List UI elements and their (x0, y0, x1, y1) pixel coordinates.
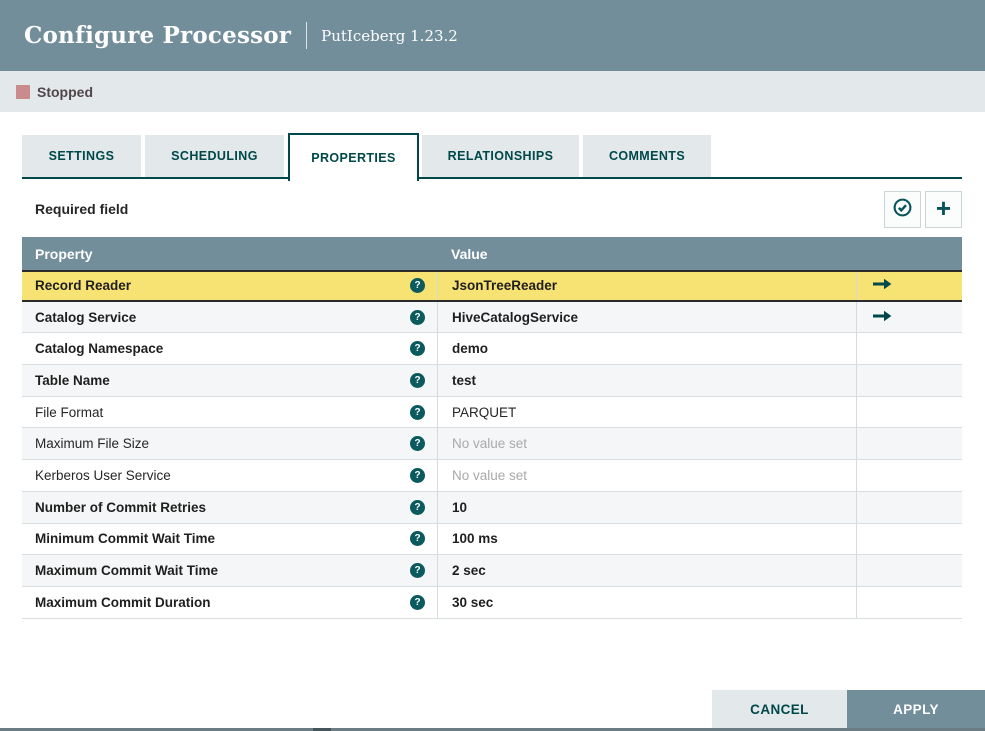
properties-table: Property Value Record Reader ? JsonTreeR… (22, 237, 962, 619)
table-row[interactable]: Record Reader ? JsonTreeReader (22, 270, 962, 302)
property-name: Number of Commit Retries (35, 499, 207, 515)
table-row[interactable]: Catalog Service ? HiveCatalogService (22, 301, 962, 334)
table-header-row: Property Value (22, 237, 962, 270)
tab-properties[interactable]: PROPERTIES (288, 133, 419, 181)
column-header-property: Property (35, 245, 93, 262)
stopped-status-icon (16, 84, 30, 99)
table-row[interactable]: Table Name ? test (22, 365, 962, 397)
table-row[interactable]: Kerberos User Service ? No value set (22, 460, 962, 492)
check-circle-icon (892, 197, 913, 223)
property-value: No value set (452, 436, 528, 452)
help-icon[interactable]: ? (410, 436, 425, 452)
title-divider (306, 22, 308, 49)
go-to-service-icon[interactable] (872, 310, 893, 325)
property-value: No value set (452, 467, 528, 483)
help-icon[interactable]: ? (410, 404, 425, 420)
help-icon[interactable]: ? (410, 563, 425, 579)
tab-scheduling[interactable]: SCHEDULING (145, 135, 284, 177)
property-name: Minimum Commit Wait Time (35, 531, 216, 547)
dialog-header: Configure Processor PutIceberg 1.23.2 (0, 0, 985, 71)
help-icon[interactable]: ? (410, 467, 425, 483)
tab-settings[interactable]: SETTINGS (22, 135, 141, 177)
status-label: Stopped (37, 83, 93, 100)
property-value: test (452, 372, 477, 388)
table-row[interactable]: Maximum Commit Wait Time ? 2 sec (22, 555, 962, 587)
property-name: Maximum File Size (35, 436, 150, 452)
apply-button[interactable]: APPLY (847, 690, 985, 728)
table-row[interactable]: File Format ? PARQUET (22, 396, 962, 429)
tab-scheduling-label: SCHEDULING (171, 149, 258, 163)
property-value: HiveCatalogService (452, 309, 579, 325)
property-name: Catalog Service (35, 309, 137, 325)
tab-comments[interactable]: COMMENTS (583, 135, 711, 177)
property-name: Table Name (35, 372, 110, 388)
property-name: Maximum Commit Duration (35, 594, 211, 610)
add-property-button[interactable]: + (925, 191, 962, 228)
property-value: 100 ms (452, 531, 498, 547)
table-row[interactable]: Catalog Namespace ? demo (22, 333, 962, 366)
table-row[interactable]: Minimum Commit Wait Time ? 100 ms (22, 523, 962, 556)
apply-button-label: APPLY (893, 701, 939, 717)
property-value: demo (452, 341, 489, 357)
dialog-title: Configure Processor (24, 22, 292, 49)
configure-processor-dialog: Configure Processor PutIceberg 1.23.2 St… (0, 0, 985, 731)
column-header-value: Value (451, 245, 488, 262)
property-name: Maximum Commit Wait Time (35, 563, 219, 579)
property-value: JsonTreeReader (452, 278, 558, 294)
table-row[interactable]: Maximum Commit Duration ? 30 sec (22, 586, 962, 619)
property-value: 2 sec (452, 563, 486, 579)
property-value: PARQUET (452, 404, 517, 420)
property-name: Record Reader (35, 278, 132, 294)
property-name: Kerberos User Service (35, 467, 171, 483)
help-icon[interactable]: ? (410, 341, 425, 357)
cancel-button-label: CANCEL (750, 701, 809, 717)
processor-type-version: PutIceberg 1.23.2 (321, 26, 458, 45)
help-icon[interactable]: ? (410, 594, 425, 610)
table-row[interactable]: Number of Commit Retries ? 10 (22, 491, 962, 524)
table-row[interactable]: Maximum File Size ? No value set (22, 428, 962, 461)
help-icon[interactable]: ? (410, 372, 425, 388)
tab-relationships[interactable]: RELATIONSHIPS (422, 135, 579, 177)
verify-properties-button[interactable] (884, 191, 921, 228)
property-name: File Format (35, 404, 104, 420)
help-icon[interactable]: ? (410, 499, 425, 515)
help-icon[interactable]: ? (410, 278, 425, 294)
tab-relationships-label: RELATIONSHIPS (447, 149, 554, 163)
help-icon[interactable]: ? (410, 309, 425, 325)
required-field-label: Required field (35, 201, 129, 217)
tab-settings-label: SETTINGS (48, 149, 115, 163)
tab-underline (22, 177, 962, 179)
cancel-button[interactable]: CANCEL (712, 690, 847, 728)
status-bar: Stopped (0, 71, 985, 112)
property-name: Catalog Namespace (35, 341, 164, 357)
property-value: 10 (452, 499, 468, 515)
plus-icon: + (935, 193, 952, 223)
tab-comments-label: COMMENTS (608, 149, 686, 163)
tab-properties-label: PROPERTIES (311, 151, 396, 165)
go-to-service-icon[interactable] (872, 278, 893, 293)
property-value: 30 sec (452, 594, 494, 610)
help-icon[interactable]: ? (410, 531, 425, 547)
